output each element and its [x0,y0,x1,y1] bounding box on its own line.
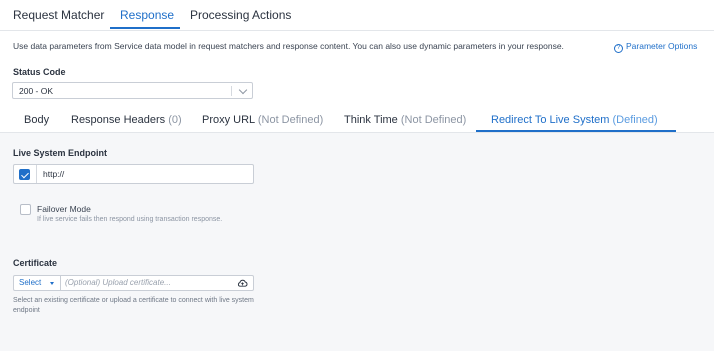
tab-body[interactable]: Body [24,114,49,126]
subtab-divider [0,132,714,133]
failover-mode-description: If live service fails then respond using… [37,216,223,223]
info-text: Use data parameters from Service data mo… [13,41,564,51]
tab-redirect-status: (Defined) [612,114,658,126]
certificate-input-group: Select (Optional) Upload certificate... [13,275,254,291]
main-tab-bar: Request Matcher Response Processing Acti… [0,0,714,31]
failover-mode-checkbox[interactable] [20,204,31,215]
tab-response-headers-label: Response Headers [71,114,166,126]
parameter-options-link[interactable]: ? Parameter Options [614,41,697,53]
tab-proxy-url-label: Proxy URL [202,114,255,126]
tab-response[interactable]: Response [120,8,174,22]
failover-mode-label: Failover Mode [37,204,91,214]
status-code-select[interactable]: 200 - OK [12,82,253,99]
endpoint-url-input[interactable]: http:// [43,169,64,179]
tab-proxy-url[interactable]: Proxy URL (Not Defined) [202,114,323,126]
tab-redirect-to-live-system[interactable]: Redirect To Live System (Defined) [491,114,658,126]
certificate-label: Certificate [13,258,58,268]
status-code-value: 200 - OK [19,86,54,96]
certificate-select-dropdown[interactable]: Select [14,276,61,290]
endpoint-enabled-checkbox[interactable] [19,169,30,180]
certificate-select-label: Select [19,278,42,287]
tab-redirect-label: Redirect To Live System [491,114,610,126]
select-divider [231,86,232,96]
cloud-upload-icon[interactable] [237,278,248,288]
chevron-down-icon [238,85,248,95]
active-tab-indicator [110,27,180,29]
tab-processing-actions[interactable]: Processing Actions [190,8,291,22]
live-system-endpoint-label: Live System Endpoint [13,148,108,158]
certificate-upload-input[interactable]: (Optional) Upload certificate... [65,278,171,287]
certificate-help-text: Select an existing certificate or upload… [13,297,254,314]
caret-down-icon [50,282,54,285]
help-circle-icon: ? [614,44,623,53]
tab-request-matcher[interactable]: Request Matcher [13,8,104,22]
tab-think-time[interactable]: Think Time (Not Defined) [344,114,466,126]
tab-think-time-status: (Not Defined) [400,114,467,126]
live-system-endpoint-field: http:// [13,164,254,184]
tab-body-label: Body [24,114,50,126]
parameter-options-label: Parameter Options [626,41,698,51]
tab-response-headers-count: (0) [168,114,182,126]
field-divider [36,165,37,183]
tab-proxy-url-status: (Not Defined) [257,114,324,126]
tab-think-time-label: Think Time [344,114,398,126]
tab-response-headers[interactable]: Response Headers (0) [71,114,182,126]
status-code-label: Status Code [13,67,66,77]
